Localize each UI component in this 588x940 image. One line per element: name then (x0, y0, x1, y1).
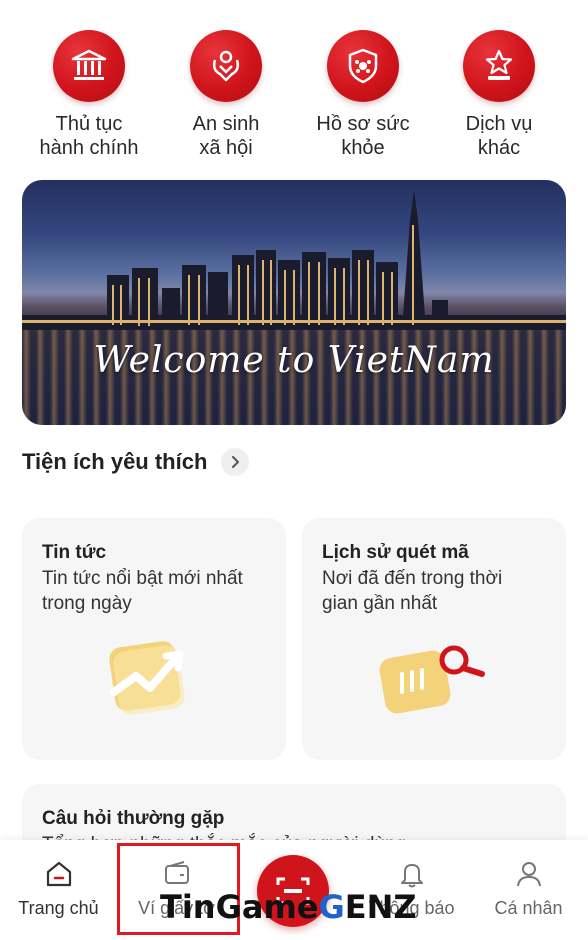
nav-profile[interactable]: Cá nhân (470, 858, 587, 919)
service-other[interactable]: Dịch vụ khác (424, 30, 574, 160)
watermark-part2: G (318, 888, 345, 926)
chevron-right-icon[interactable] (221, 448, 250, 476)
nav-label: Trang chủ (18, 898, 99, 918)
health-shield-icon (327, 30, 399, 102)
service-shortcuts: Thủ tục hành chính An sinh xã hội Hồ sơ sứ… (0, 30, 588, 170)
banner-welcome-text: Welcome to VietNam (93, 340, 495, 381)
service-label-line1: Thủ tục (55, 113, 123, 135)
card-description-line1: Nơi đã đến trong thời (322, 568, 503, 589)
service-label-line2: xã hội (199, 137, 253, 159)
card-title: Lịch sử quét mã (322, 542, 469, 563)
user-icon (470, 858, 587, 890)
service-label-line2: khác (477, 137, 521, 159)
service-administrative-procedures[interactable]: Thủ tục hành chính (14, 30, 164, 160)
card-title: Câu hỏi thường gặp (42, 808, 225, 829)
watermark-logo: TinGameGENZ (160, 888, 417, 926)
trending-chart-icon (109, 641, 185, 715)
service-label-line2: hành chính (39, 137, 139, 159)
card-description: Tin tức nổi bật mới nhất trong ngày (42, 566, 243, 616)
service-health-records[interactable]: Hồ sơ sức khỏe (288, 30, 438, 160)
favorite-card-news[interactable]: Tin tức Tin tức nổi bật mới nhất trong n… (22, 518, 286, 760)
government-building-icon (53, 30, 125, 102)
search-document-icon (379, 645, 485, 714)
favorite-card-scan-history[interactable]: Lịch sử quét mã Nơi đã đến trong thời gi… (302, 518, 566, 760)
social-welfare-icon (190, 30, 262, 102)
bell-icon (353, 858, 470, 890)
card-description: Nơi đã đến trong thời gian gần nhất (322, 566, 502, 616)
card-title: Tin tức (42, 542, 107, 563)
card-description-line2: trong ngày (42, 593, 132, 614)
card-description-line2: gian gần nhất (322, 593, 438, 614)
nav-label: Cá nhân (494, 898, 563, 918)
service-label-line1: An sinh (192, 113, 260, 135)
watermark-part1: TinGame (160, 888, 319, 926)
card-description-line1: Tin tức nổi bật mới nhất (42, 568, 243, 589)
star-podium-icon (463, 30, 535, 102)
service-social-welfare[interactable]: An sinh xã hội (151, 30, 301, 160)
service-label-line1: Dịch vụ (465, 113, 533, 135)
home-icon (0, 858, 117, 890)
watermark-part3: ENZ (344, 888, 417, 926)
service-label-line1: Hồ sơ sức (316, 113, 410, 135)
welcome-banner[interactable]: Welcome to VietNam (22, 180, 566, 425)
nav-home[interactable]: Trang chủ (0, 858, 117, 919)
favorites-title: Tiện ích yêu thích (22, 449, 208, 474)
service-label-line2: khỏe (341, 137, 385, 159)
favorites-header: Tiện ích yêu thích (22, 448, 250, 476)
